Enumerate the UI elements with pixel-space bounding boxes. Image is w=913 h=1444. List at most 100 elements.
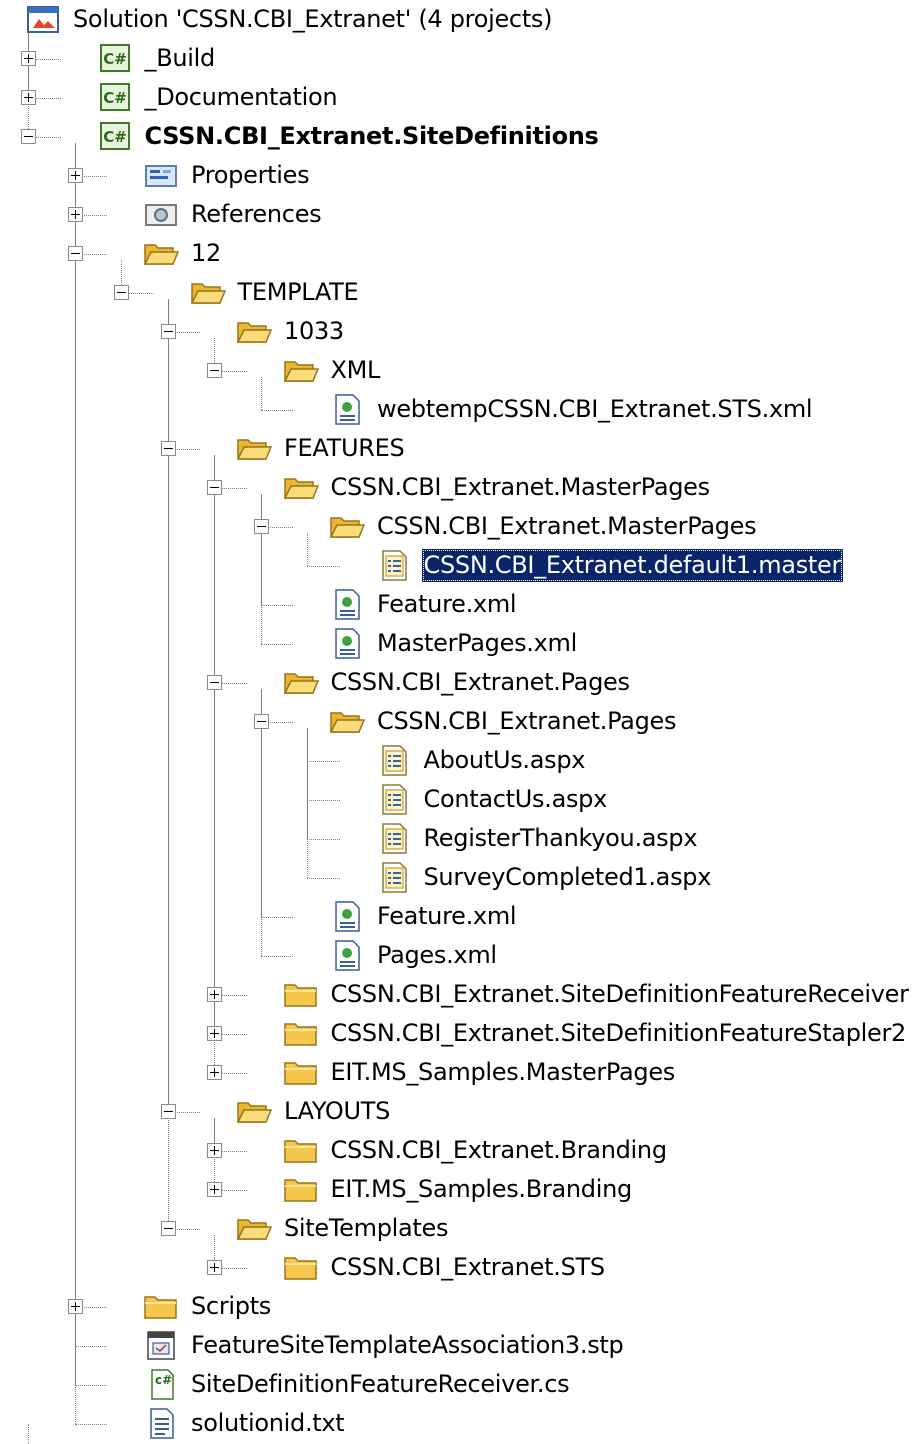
tree-node-label: CSSN.CBI_Extranet.SiteDefinitions [144, 122, 599, 150]
tree-node[interactable]: References [0, 195, 913, 234]
tree-node-label: Feature.xml [377, 590, 517, 618]
expand-toggle[interactable] [207, 1065, 222, 1080]
tree-node[interactable]: CSSN.CBI_Extranet.Pages [0, 702, 913, 741]
folder-open-icon [283, 471, 319, 504]
tree-node[interactable]: CSSN.CBI_Extranet.Pages [0, 663, 913, 702]
folder-closed-icon [283, 1056, 319, 1089]
csharp-project-icon: C# [97, 120, 133, 153]
expand-toggle[interactable] [207, 1182, 222, 1197]
tree-node[interactable]: FEATURES [0, 429, 913, 468]
page-file-icon [376, 744, 412, 777]
expand-toggle[interactable] [67, 207, 83, 222]
tree-node[interactable]: 12 [0, 234, 913, 273]
tree-node[interactable]: CSSN.CBI_Extranet.MasterPages [0, 468, 913, 507]
tree-node-label: TEMPLATE [237, 278, 359, 306]
svg-text:C#: C# [103, 128, 127, 146]
tree-node[interactable]: Scripts [0, 1287, 913, 1326]
collapse-toggle[interactable] [253, 519, 269, 534]
tree-node-label: FeatureSiteTemplateAssociation3.stp [191, 1331, 624, 1359]
tree-node[interactable]: CSSN.CBI_Extranet.Branding [0, 1131, 913, 1170]
collapse-toggle[interactable] [21, 129, 36, 144]
expand-toggle[interactable] [67, 1299, 83, 1314]
page-file-icon [376, 822, 412, 855]
tree-node-label: CSSN.CBI_Extranet.SiteDefinitionFeatureR… [330, 980, 910, 1008]
tree-node-label: CSSN.CBI_Extranet.MasterPages [377, 512, 757, 540]
folder-open-icon [329, 510, 365, 543]
tree-node-label: 1033 [284, 317, 344, 345]
expand-toggle[interactable] [207, 1260, 222, 1275]
tree-node[interactable]: RegisterThankyou.aspx [0, 819, 913, 858]
tree-node[interactable]: Feature.xml [0, 585, 913, 624]
expand-toggle[interactable] [21, 90, 36, 105]
tree-node[interactable]: Pages.xml [0, 936, 913, 975]
stp-file-icon [143, 1329, 179, 1362]
tree-node[interactable]: MasterPages.xml [0, 624, 913, 663]
tree-node[interactable]: FeatureSiteTemplateAssociation3.stp [0, 1326, 913, 1365]
tree-node[interactable]: Solution 'CSSN.CBI_Extranet' (4 projects… [0, 0, 913, 39]
collapse-toggle[interactable] [207, 363, 222, 378]
collapse-toggle[interactable] [160, 1221, 176, 1236]
tree-node[interactable]: C# CSSN.CBI_Extranet.SiteDefinitions [0, 117, 913, 156]
xml-file-icon [329, 627, 365, 660]
page-file-icon [376, 861, 412, 894]
folder-open-icon [283, 666, 319, 699]
tree-node-label: XML [330, 356, 381, 384]
tree-node[interactable]: CSSN.CBI_Extranet.default1.master [0, 546, 913, 585]
tree-node-label: MasterPages.xml [377, 629, 577, 657]
tree-node[interactable]: CSSN.CBI_Extranet.SiteDefinitionFeatureS… [0, 1014, 913, 1053]
tree-node[interactable]: c# SiteDefinitionFeatureReceiver.cs [0, 1365, 913, 1404]
xml-file-icon [329, 939, 365, 972]
collapse-toggle[interactable] [160, 324, 176, 339]
properties-icon [143, 159, 179, 192]
collapse-toggle[interactable] [114, 285, 129, 300]
tree-node[interactable]: 1033 [0, 312, 913, 351]
page-file-icon [376, 783, 412, 816]
tree-node-label: SiteTemplates [284, 1214, 449, 1242]
tree-node-label: CSSN.CBI_Extranet.SiteDefinitionFeatureS… [330, 1019, 907, 1047]
tree-node[interactable]: Feature.xml [0, 897, 913, 936]
collapse-toggle[interactable] [253, 714, 269, 729]
expand-toggle[interactable] [207, 987, 222, 1002]
tree-node-label: webtempCSSN.CBI_Extranet.STS.xml [377, 395, 813, 423]
expand-toggle[interactable] [207, 1143, 222, 1158]
xml-file-icon [329, 900, 365, 933]
tree-node[interactable]: Properties [0, 156, 913, 195]
tree-node[interactable]: EIT.MS_Samples.MasterPages [0, 1053, 913, 1092]
collapse-toggle[interactable] [207, 675, 222, 690]
tree-node[interactable]: XML [0, 351, 913, 390]
expand-toggle[interactable] [67, 168, 83, 183]
tree-node[interactable]: C# _Build [0, 39, 913, 78]
tree-node[interactable]: LAYOUTS [0, 1092, 913, 1131]
folder-open-icon [190, 276, 226, 309]
tree-node-label: AboutUs.aspx [423, 746, 586, 774]
tree-node-label: RegisterThankyou.aspx [423, 824, 698, 852]
expand-toggle[interactable] [207, 1026, 222, 1041]
tree-node[interactable]: webtempCSSN.CBI_Extranet.STS.xml [0, 390, 913, 429]
tree-node[interactable]: CSSN.CBI_Extranet.SiteDefinitionFeatureR… [0, 975, 913, 1014]
page-file-icon [376, 549, 412, 582]
tree-node-label: References [191, 200, 322, 228]
tree-node-label: Properties [191, 161, 310, 189]
tree-node[interactable]: SurveyCompleted1.aspx [0, 858, 913, 897]
tree-node-label: FEATURES [284, 434, 405, 462]
folder-open-icon [329, 705, 365, 738]
tree-node[interactable]: TEMPLATE [0, 273, 913, 312]
folder-open-icon [236, 1212, 272, 1245]
folder-closed-icon [283, 1134, 319, 1167]
tree-node[interactable]: ContactUs.aspx [0, 780, 913, 819]
tree-node[interactable]: solutionid.txt [0, 1404, 913, 1443]
collapse-toggle[interactable] [160, 441, 176, 456]
tree-node[interactable]: AboutUs.aspx [0, 741, 913, 780]
tree-node[interactable]: SiteTemplates [0, 1209, 913, 1248]
tree-node[interactable]: CSSN.CBI_Extranet.STS [0, 1248, 913, 1287]
tree-node[interactable]: C# _Documentation [0, 78, 913, 117]
collapse-toggle[interactable] [160, 1104, 176, 1119]
collapse-toggle[interactable] [67, 246, 83, 261]
tree-node-label: SiteDefinitionFeatureReceiver.cs [191, 1370, 570, 1398]
tree-node[interactable]: EIT.MS_Samples.Branding [0, 1170, 913, 1209]
expand-toggle[interactable] [21, 51, 36, 66]
tree-node-label: SurveyCompleted1.aspx [423, 863, 712, 891]
tree-node[interactable]: CSSN.CBI_Extranet.MasterPages [0, 507, 913, 546]
collapse-toggle[interactable] [207, 480, 222, 495]
tree-node-label: EIT.MS_Samples.MasterPages [330, 1058, 676, 1086]
